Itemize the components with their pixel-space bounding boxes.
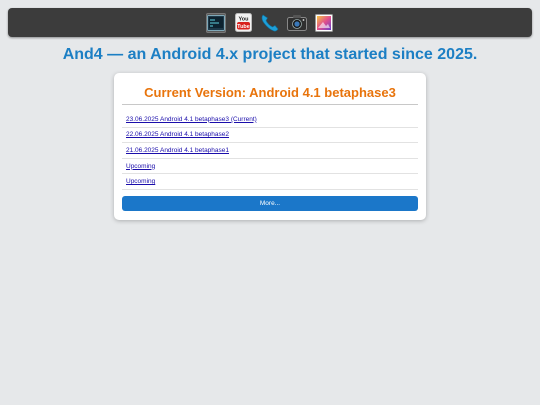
release-link-upcoming-2[interactable]: Upcoming (126, 178, 155, 185)
svg-text:Tube: Tube (237, 24, 250, 30)
version-card: Current Version: Android 4.1 betaphase3 … (114, 73, 426, 220)
more-button[interactable]: More... (122, 196, 418, 211)
release-link-upcoming-1[interactable]: Upcoming (126, 163, 155, 170)
terminal-icon[interactable] (206, 12, 226, 33)
release-list: 23.06.2025 Android 4.1 betaphase3 (Curre… (122, 112, 418, 190)
app-dock: You Tube (8, 8, 532, 37)
list-item: 22.06.2025 Android 4.1 betaphase2 (122, 128, 418, 144)
current-version-title: Current Version: Android 4.1 betaphase3 (144, 85, 396, 100)
title-divider (122, 104, 418, 105)
list-item: 23.06.2025 Android 4.1 betaphase3 (Curre… (122, 112, 418, 128)
release-link-betaphase3[interactable]: 23.06.2025 Android 4.1 betaphase3 (Curre… (126, 116, 257, 123)
camera-icon[interactable] (287, 13, 307, 33)
phone-icon[interactable] (260, 13, 280, 33)
list-item: 21.06.2025 Android 4.1 betaphase1 (122, 143, 418, 159)
youtube-icon[interactable]: You Tube (233, 13, 253, 33)
list-item: Upcoming (122, 159, 418, 175)
gallery-icon[interactable] (314, 13, 334, 33)
page-headline: And4 — an Android 4.x project that start… (62, 46, 478, 63)
list-item: Upcoming (122, 174, 418, 190)
svg-text:You: You (238, 17, 248, 23)
release-link-betaphase2[interactable]: 22.06.2025 Android 4.1 betaphase2 (126, 131, 229, 138)
release-link-betaphase1[interactable]: 21.06.2025 Android 4.1 betaphase1 (126, 147, 229, 154)
